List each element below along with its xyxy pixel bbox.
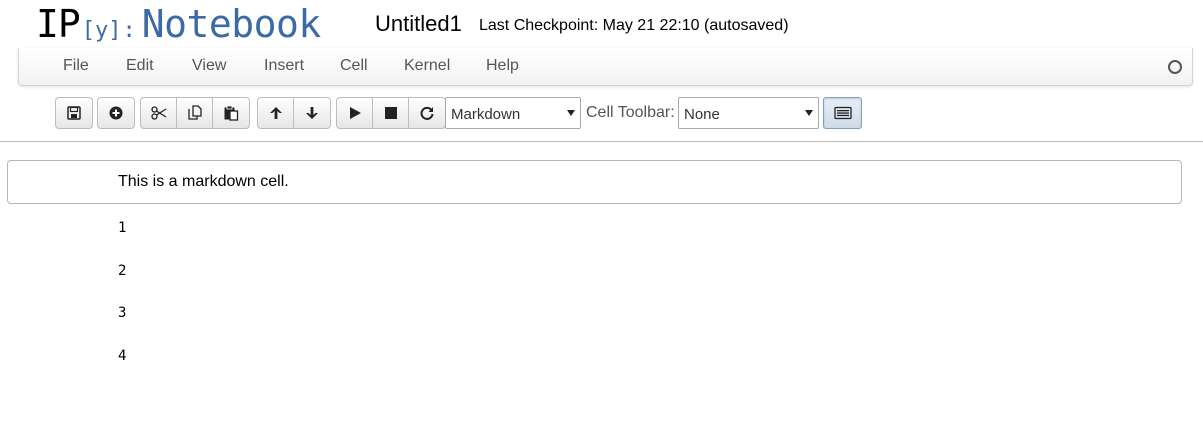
cell-toolbar-value: None bbox=[684, 106, 720, 123]
paste-icon bbox=[224, 105, 239, 121]
logo-ip: IP bbox=[36, 2, 81, 46]
logo-notebook: Notebook bbox=[141, 2, 322, 46]
copy-icon bbox=[187, 105, 202, 120]
clipboard-group bbox=[140, 97, 250, 129]
cell-toolbar-select[interactable]: None bbox=[678, 97, 819, 129]
stop-button[interactable] bbox=[373, 98, 409, 128]
output-line: 4 bbox=[118, 348, 127, 364]
chevron-down-icon bbox=[805, 110, 813, 116]
cell-type-value: Markdown bbox=[451, 106, 521, 123]
markdown-cell-text: This is a markdown cell. bbox=[118, 173, 289, 190]
keyboard-icon bbox=[833, 106, 852, 120]
logo-y: [y] bbox=[81, 18, 122, 43]
save-button[interactable] bbox=[56, 98, 92, 128]
cut-icon bbox=[150, 106, 166, 120]
save-group bbox=[55, 97, 93, 129]
notebook-name[interactable]: Untitled1 bbox=[375, 11, 462, 37]
menu-edit[interactable]: Edit bbox=[126, 57, 154, 75]
paste-button[interactable] bbox=[213, 98, 249, 128]
output-line: 2 bbox=[118, 263, 127, 279]
logo-colon: : bbox=[122, 18, 136, 43]
markdown-cell[interactable]: This is a markdown cell. bbox=[7, 160, 1182, 204]
copy-button[interactable] bbox=[177, 98, 213, 128]
ipython-notebook-logo[interactable]: IP [y] : Notebook bbox=[36, 2, 321, 46]
output-line: 1 bbox=[118, 220, 127, 236]
cell-type-select[interactable]: Markdown bbox=[445, 97, 581, 129]
restart-button[interactable] bbox=[409, 98, 445, 128]
insert-group bbox=[97, 97, 135, 129]
menu-help[interactable]: Help bbox=[486, 57, 519, 75]
move-down-button[interactable] bbox=[294, 98, 330, 128]
restart-icon bbox=[420, 106, 434, 120]
cut-button[interactable] bbox=[141, 98, 177, 128]
keyboard-shortcuts-button[interactable] bbox=[823, 97, 862, 129]
insert-cell-below-icon bbox=[109, 106, 123, 120]
menu-file[interactable]: File bbox=[63, 57, 89, 75]
header-divider bbox=[0, 141, 1203, 142]
move-up-icon bbox=[269, 107, 282, 119]
run-group bbox=[336, 97, 446, 129]
menu-kernel[interactable]: Kernel bbox=[404, 57, 450, 75]
move-down-icon bbox=[306, 107, 318, 119]
checkpoint-status: Last Checkpoint: May 21 22:10 (autosaved… bbox=[479, 17, 789, 34]
move-group bbox=[257, 97, 331, 129]
menu-insert[interactable]: Insert bbox=[264, 57, 304, 75]
header: IP [y] : Notebook Untitled1 Last Checkpo… bbox=[0, 0, 1203, 48]
save-icon bbox=[67, 106, 81, 120]
move-up-button[interactable] bbox=[258, 98, 294, 128]
menu-view[interactable]: View bbox=[192, 57, 226, 75]
kernel-idle-icon bbox=[1168, 60, 1182, 74]
output-line: 3 bbox=[118, 305, 127, 321]
toolbar: Markdown Cell Toolbar: None bbox=[0, 96, 1203, 132]
chevron-down-icon bbox=[567, 110, 575, 116]
menubar: File Edit View Insert Cell Kernel Help bbox=[18, 48, 1193, 86]
run-button[interactable] bbox=[337, 98, 373, 128]
menu-cell[interactable]: Cell bbox=[340, 57, 368, 75]
run-icon bbox=[349, 107, 361, 119]
stop-icon bbox=[384, 107, 397, 119]
insert-cell-button[interactable] bbox=[98, 98, 134, 128]
cell-toolbar-label: Cell Toolbar: bbox=[586, 104, 675, 121]
